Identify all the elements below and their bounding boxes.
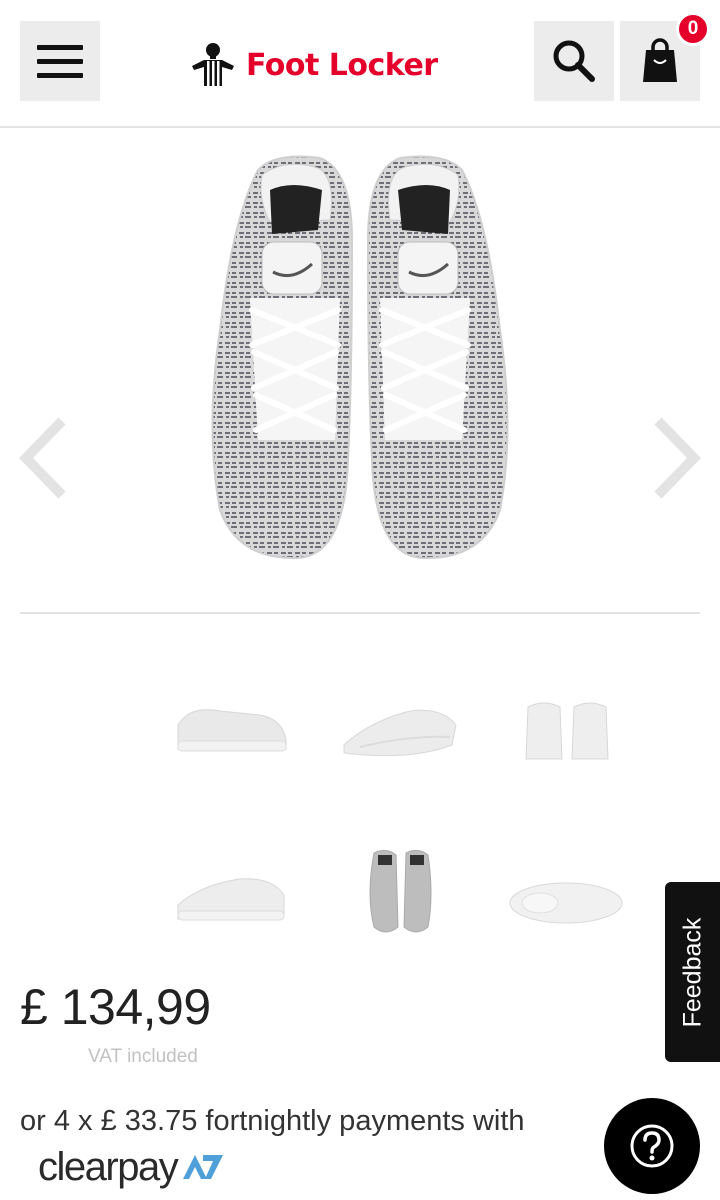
installment-info: or 4 x £ 33.75 fortnightly payments with — [20, 1105, 525, 1137]
feedback-tab[interactable]: Feedback — [665, 882, 720, 1062]
product-price: £ 134,99 — [20, 979, 211, 1035]
thumbnail-2[interactable] — [330, 675, 470, 785]
thumbnail-3[interactable] — [500, 675, 640, 785]
shopping-bag-icon — [643, 38, 677, 82]
hamburger-menu-icon — [37, 44, 83, 78]
gallery-divider — [20, 612, 700, 614]
referee-mascot-icon — [192, 43, 234, 86]
help-button[interactable] — [604, 1098, 700, 1194]
feedback-label: Feedback — [678, 917, 707, 1027]
brand-name: Foot Locker — [246, 47, 438, 83]
vat-note: VAT included — [88, 1046, 198, 1067]
thumbnail-5[interactable] — [330, 845, 470, 955]
foot-locker-logo[interactable]: Foot Locker — [188, 40, 438, 90]
thumbnail-6[interactable] — [500, 845, 640, 955]
clearpay-logo[interactable]: clearpay — [38, 1142, 227, 1192]
search-button[interactable] — [534, 21, 614, 101]
site-header: Foot Locker 0 — [0, 0, 720, 128]
chevron-right-icon[interactable] — [646, 413, 706, 503]
chevron-left-icon[interactable] — [14, 413, 74, 503]
thumbnail-1[interactable] — [160, 675, 300, 785]
clearpay-wordmark: clearpay — [38, 1144, 179, 1189]
question-icon — [630, 1124, 674, 1168]
search-icon — [553, 40, 595, 82]
thumbnail-4[interactable] — [160, 845, 300, 955]
bag-count-badge: 0 — [676, 12, 710, 46]
sneaker-top-view-image — [211, 155, 509, 560]
product-image-carousel[interactable] — [0, 130, 720, 600]
menu-button[interactable] — [20, 21, 100, 101]
clearpay-arrow-icon — [183, 1155, 224, 1179]
